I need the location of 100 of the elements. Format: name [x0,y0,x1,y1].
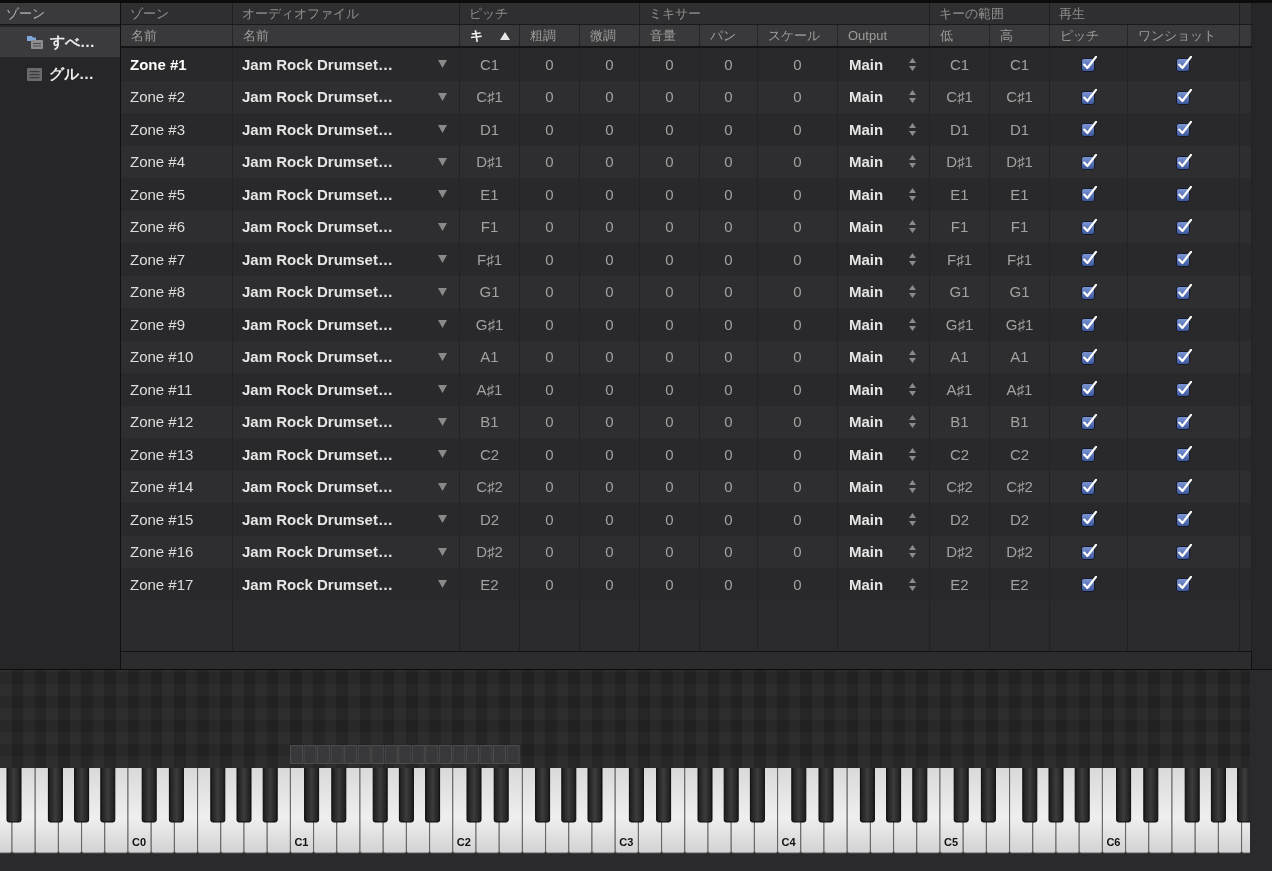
checkbox[interactable] [1080,446,1097,463]
file-dropdown[interactable]: Jam Rock Drumset… [233,373,460,406]
table-cell: 0 [640,373,700,406]
column-header[interactable]: 微調 [580,25,640,46]
checkbox[interactable] [1080,251,1097,268]
piano-keyboard[interactable] [0,768,1250,854]
caret-down-icon [438,320,447,329]
checkbox[interactable] [1080,56,1097,73]
checkbox[interactable] [1080,413,1097,430]
table-cell[interactable]: Zone #11 [121,373,233,406]
checkbox[interactable] [1175,153,1192,170]
output-stepper[interactable]: Main [838,308,930,341]
caret-down-icon [438,580,447,589]
table-cell: 0 [758,243,838,276]
checkbox[interactable] [1080,348,1097,365]
table-cell[interactable]: Zone #17 [121,568,233,601]
table-cell: D2 [990,503,1050,536]
checkbox[interactable] [1175,413,1192,430]
checkbox[interactable] [1175,543,1192,560]
checkbox[interactable] [1175,446,1192,463]
table-cell: G♯1 [990,308,1050,341]
column-header[interactable]: 名前 [233,25,460,46]
checkbox[interactable] [1175,381,1192,398]
checkbox[interactable] [1175,283,1192,300]
column-header[interactable]: 低 [930,25,990,46]
checkbox[interactable] [1175,316,1192,333]
folder-icon [27,35,43,49]
output-stepper[interactable]: Main [838,438,930,471]
file-dropdown[interactable]: Jam Rock Drumset… [233,48,460,81]
output-stepper[interactable]: Main [838,178,930,211]
column-header[interactable]: 音量 [640,25,700,46]
caret-down-icon [438,92,447,101]
sidebar-item[interactable]: すべ… [0,27,120,57]
output-stepper[interactable]: Main [838,503,930,536]
column-header[interactable]: スケール [758,25,838,46]
column-header[interactable]: キ [460,25,520,46]
file-dropdown[interactable]: Jam Rock Drumset… [233,308,460,341]
table-cell[interactable]: Zone #5 [121,178,233,211]
table-cell[interactable]: Zone #3 [121,113,233,146]
output-stepper[interactable]: Main [838,568,930,601]
table-cell: 0 [640,568,700,601]
checkbox[interactable] [1080,88,1097,105]
checkbox[interactable] [1175,121,1192,138]
checkbox[interactable] [1175,478,1192,495]
zone-markers[interactable] [290,745,521,764]
checkbox[interactable] [1080,478,1097,495]
table-cell: F♯1 [990,243,1050,276]
octave-label: C2 [456,837,471,848]
table-cell[interactable]: Zone #13 [121,438,233,471]
checkbox[interactable] [1080,218,1097,235]
table-cell[interactable]: Zone #9 [121,308,233,341]
table-cell: D1 [930,113,990,146]
file-dropdown[interactable]: Jam Rock Drumset… [233,438,460,471]
column-header[interactable]: 高 [990,25,1050,46]
checkbox[interactable] [1080,511,1097,528]
checkbox[interactable] [1080,576,1097,593]
column-header[interactable]: ワンショット [1128,25,1240,46]
column-header[interactable]: 粗調 [520,25,580,46]
file-dropdown[interactable]: Jam Rock Drumset… [233,243,460,276]
checkbox[interactable] [1175,348,1192,365]
checkbox[interactable] [1080,121,1097,138]
caret-down-icon [438,417,447,426]
caret-down-icon [438,255,447,264]
sidebar-item[interactable]: グル… [0,59,120,89]
column-header[interactable]: 名前 [121,25,233,46]
file-dropdown[interactable]: Jam Rock Drumset… [233,568,460,601]
checkbox[interactable] [1175,56,1192,73]
checkbox[interactable] [1175,218,1192,235]
output-stepper[interactable]: Main [838,113,930,146]
checkbox[interactable] [1175,88,1192,105]
output-stepper[interactable]: Main [838,373,930,406]
file-dropdown[interactable]: Jam Rock Drumset… [233,178,460,211]
table-cell: E1 [990,178,1050,211]
checkbox[interactable] [1175,251,1192,268]
checkbox[interactable] [1080,186,1097,203]
table-cell[interactable]: Zone #7 [121,243,233,276]
checkbox[interactable] [1080,283,1097,300]
checkbox[interactable] [1175,576,1192,593]
checkbox[interactable] [1080,543,1097,560]
file-dropdown[interactable]: Jam Rock Drumset… [233,113,460,146]
table-cell: 0 [580,48,640,81]
output-stepper[interactable]: Main [838,48,930,81]
table-cell: 0 [520,308,580,341]
column-header[interactable]: ピッチ [1050,25,1128,46]
column-header[interactable]: パン [700,25,758,46]
checkbox[interactable] [1080,316,1097,333]
table-cell: C1 [930,48,990,81]
table-cell: E1 [460,178,520,211]
file-dropdown[interactable]: Jam Rock Drumset… [233,503,460,536]
checkbox[interactable] [1080,381,1097,398]
table-cell: C1 [460,48,520,81]
checkbox[interactable] [1175,186,1192,203]
table-cell[interactable]: Zone #15 [121,503,233,536]
checkbox[interactable] [1080,153,1097,170]
column-header[interactable]: Output [838,25,930,46]
table-cell: 0 [640,503,700,536]
checkbox[interactable] [1175,511,1192,528]
table-cell[interactable]: Zone #1 [121,48,233,81]
up-down-arrows-icon [909,577,916,591]
output-stepper[interactable]: Main [838,243,930,276]
